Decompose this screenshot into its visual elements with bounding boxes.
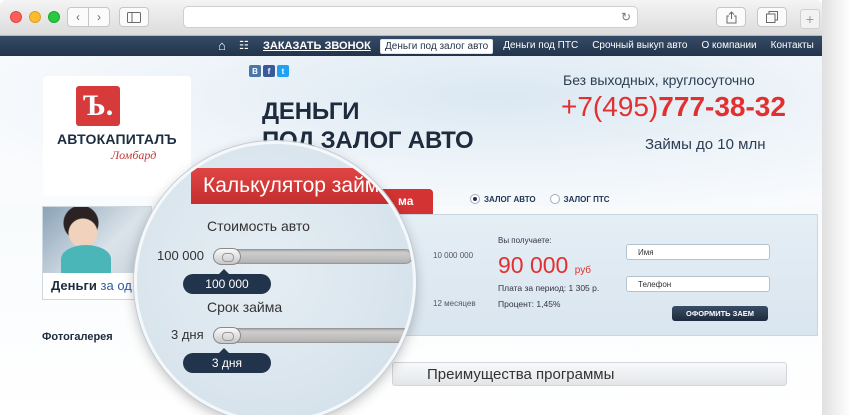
plus-icon: +	[805, 11, 815, 27]
photo-gallery-link[interactable]: Фотогалерея	[42, 331, 113, 343]
car-value-label: Стоимость авто	[207, 218, 310, 234]
twitter-icon[interactable]: t	[277, 65, 289, 77]
main-menu: Деньги под залог авто Деньги под ПТС Сро…	[380, 39, 818, 54]
hero-title-line1: ДЕНЬГИ	[262, 98, 360, 125]
loan-currency: руб	[574, 265, 592, 276]
menu-item-contacts[interactable]: Контакты	[767, 39, 818, 54]
logo-name: АВТОКАПИТАЛЪ	[57, 131, 177, 147]
promo-photo-detail	[61, 245, 111, 273]
interest-rate: Процент: 1,45%	[498, 299, 561, 309]
calculator-title: Калькулятор займа	[191, 168, 413, 204]
phone-number[interactable]: +7(495)777-38-32	[561, 91, 786, 123]
term-slider-handle[interactable]	[213, 327, 241, 344]
logo[interactable]: Ъ. АВТОКАПИТАЛЪ Ломбард	[43, 76, 191, 196]
zoom-window-button[interactable]	[48, 11, 60, 23]
new-tab-button[interactable]: +	[800, 9, 820, 29]
address-bar[interactable]: ↻	[183, 6, 638, 28]
period-payment: Плата за период: 1 305 р.	[498, 283, 600, 293]
tabs-icon	[766, 11, 778, 23]
car-value-slider[interactable]	[213, 248, 413, 265]
forward-button[interactable]: ›	[88, 7, 110, 27]
term-slider[interactable]	[213, 327, 413, 344]
logo-subtitle: Ломбард	[111, 148, 157, 162]
facebook-icon[interactable]: f	[263, 65, 275, 77]
loan-amount-value: 90 000	[498, 252, 569, 278]
promo-text-light: за од	[100, 278, 132, 293]
car-value-bubble: 100 000	[183, 269, 271, 294]
website: ⌂ ☷ ЗАКАЗАТЬ ЗВОНОК Деньги под залог авт…	[0, 36, 822, 415]
chevron-right-icon: ›	[97, 10, 101, 24]
menu-item-pts-loans[interactable]: Деньги под ПТС	[499, 39, 582, 54]
menu-item-about[interactable]: О компании	[697, 39, 760, 54]
back-button[interactable]: ‹	[67, 7, 89, 27]
term-label: Срок займа	[207, 299, 283, 315]
window-edge	[822, 0, 850, 415]
chevron-left-icon: ‹	[76, 10, 80, 24]
benefits-heading: Преимущества программы	[392, 362, 787, 386]
social-links: B f t	[249, 65, 289, 77]
term-max: 12 месяцев	[433, 299, 476, 308]
minimize-window-button[interactable]	[29, 11, 41, 23]
radio-car-collateral[interactable]: ЗАЛОГ АВТО	[470, 194, 536, 204]
menu-item-car-loans[interactable]: Деньги под залог авто	[380, 39, 494, 54]
radio-unselected-icon	[549, 194, 560, 204]
menu-item-car-buyout[interactable]: Срочный выкуп авто	[588, 39, 691, 54]
car-value-max: 10 000 000	[433, 251, 474, 260]
submit-loan-button[interactable]: ОФОРМИТЬ ЗАЕМ	[672, 306, 768, 321]
reload-icon[interactable]: ↻	[621, 10, 631, 24]
logo-mark: Ъ.	[76, 86, 120, 126]
callback-link[interactable]: ЗАКАЗАТЬ ЗВОНОК	[263, 40, 371, 52]
promo-text-bold: Деньги	[51, 278, 97, 293]
share-icon	[726, 10, 736, 23]
radio-pts-collateral[interactable]: ЗАЛОГ ПТС	[549, 194, 610, 204]
show-tabs-button[interactable]	[757, 7, 787, 27]
phone-placeholder: Телефон	[638, 280, 672, 289]
vk-icon[interactable]: B	[249, 65, 261, 77]
name-placeholder: Имя	[638, 248, 654, 257]
you-get-label: Вы получаете:	[498, 236, 552, 245]
name-input[interactable]: Имя	[626, 244, 770, 260]
car-value-slider-handle[interactable]	[213, 248, 241, 265]
phone-prefix: +7(495)	[561, 91, 659, 122]
radio-label: ЗАЛОГ АВТО	[484, 194, 536, 204]
loan-limit: Займы до 10 млн	[645, 136, 766, 153]
calculator-magnifier: Калькулятор займа Стоимость авто 100 000…	[134, 141, 416, 415]
share-button[interactable]	[716, 7, 746, 27]
close-window-button[interactable]	[10, 11, 22, 23]
working-hours: Без выходных, круглосуточно	[563, 72, 755, 88]
car-value-min: 100 000	[157, 248, 204, 263]
sidebar-icon	[127, 11, 141, 23]
promo-text: Деньги за од	[51, 278, 132, 293]
collateral-type: ЗАЛОГ АВТО ЗАЛОГ ПТС	[470, 194, 610, 204]
loan-amount: 90 000 руб	[498, 252, 591, 279]
radio-label: ЗАЛОГ ПТС	[563, 194, 610, 204]
top-navigation: ⌂ ☷ ЗАКАЗАТЬ ЗВОНОК Деньги под залог авт…	[0, 36, 822, 56]
term-min: 3 дня	[171, 327, 204, 342]
term-bubble: 3 дня	[183, 348, 271, 373]
browser-toolbar: ‹ › ↻ +	[0, 0, 822, 36]
sitemap-icon[interactable]: ☷	[239, 39, 249, 52]
home-icon[interactable]: ⌂	[218, 38, 226, 53]
sidebar-toggle-button[interactable]	[119, 7, 149, 27]
phone-input[interactable]: Телефон	[626, 276, 770, 292]
radio-selected-icon	[470, 194, 480, 204]
phone-main: 777-38-32	[658, 91, 786, 122]
